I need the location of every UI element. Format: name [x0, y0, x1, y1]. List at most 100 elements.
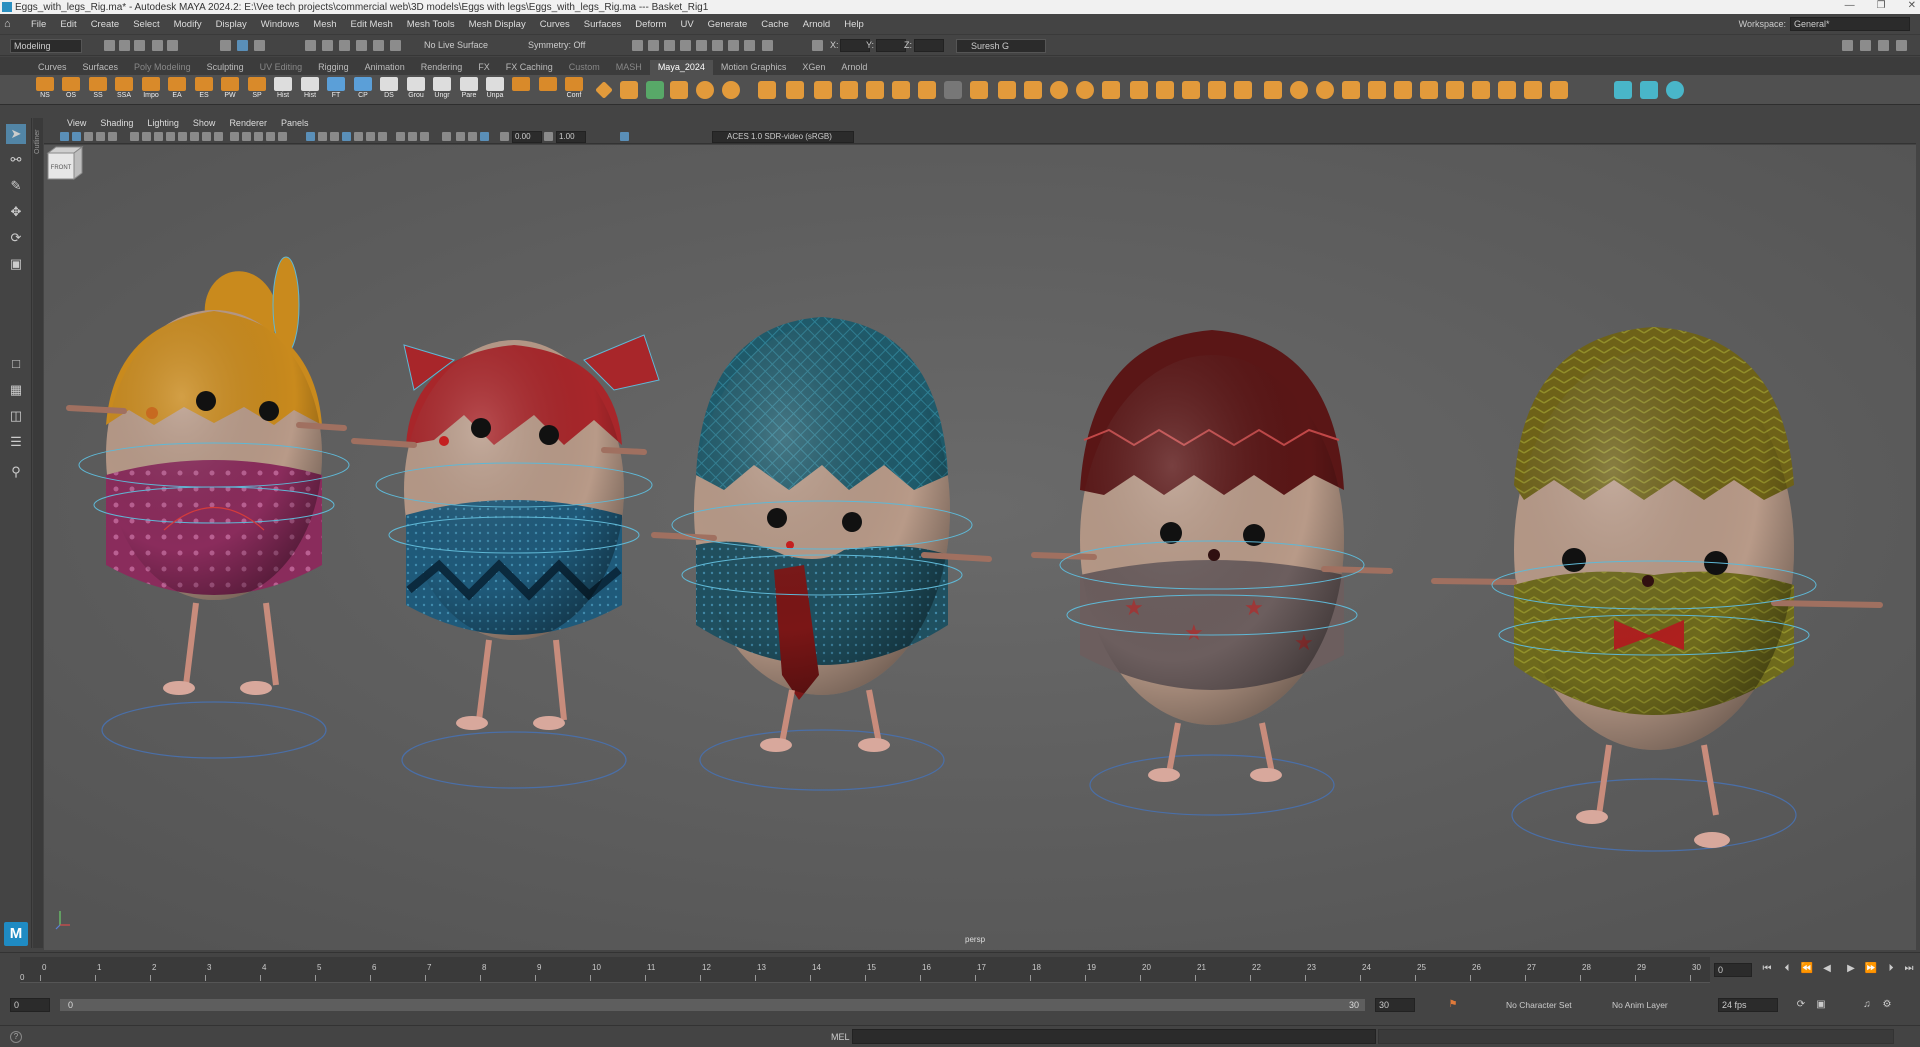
grease-pencil-icon[interactable] — [130, 132, 139, 141]
uv-layout-icon[interactable] — [944, 81, 962, 99]
snap-grid-icon[interactable] — [305, 40, 316, 51]
menu-mesh[interactable]: Mesh — [306, 19, 343, 30]
textured-icon[interactable] — [306, 132, 315, 141]
menu-cache[interactable]: Cache — [754, 19, 795, 30]
xray-joints-icon[interactable] — [396, 132, 405, 141]
animation-prefs-icon[interactable]: ⚙ — [1880, 998, 1894, 1012]
play-forward-icon[interactable]: ▶ — [1844, 962, 1858, 976]
shelf-button-ns[interactable]: NS — [34, 77, 56, 103]
undo-icon[interactable] — [152, 40, 163, 51]
symmetry-dropdown[interactable]: Symmetry: Off — [528, 40, 585, 50]
shelf-button-layer[interactable] — [510, 77, 532, 103]
lights-icon[interactable] — [318, 132, 327, 141]
select-hierarchy-icon[interactable] — [220, 40, 231, 51]
wedge-icon[interactable] — [1524, 81, 1542, 99]
bend-icon[interactable] — [1316, 81, 1334, 99]
grid-tool-icon[interactable] — [620, 81, 638, 99]
select-tool-icon[interactable]: ➤ — [6, 124, 26, 144]
multi-cut-icon[interactable] — [1472, 81, 1490, 99]
shelf-tab-arnold[interactable]: Arnold — [833, 60, 875, 75]
go-to-start-icon[interactable]: ⏮ — [1760, 962, 1774, 976]
depth-of-field-icon[interactable] — [378, 132, 387, 141]
live-surface-dropdown[interactable]: No Live Surface — [424, 40, 488, 50]
panel-menu-panels[interactable]: Panels — [274, 118, 316, 128]
insert-loop-icon[interactable] — [1446, 81, 1464, 99]
menu-create[interactable]: Create — [84, 19, 127, 30]
menu-surfaces[interactable]: Surfaces — [577, 19, 629, 30]
shelf-button-ungr[interactable]: Ungr — [431, 77, 453, 103]
shelf-tab-motion-graphics[interactable]: Motion Graphics — [713, 60, 795, 75]
workspace-dropdown[interactable]: General* — [1790, 17, 1910, 31]
bevel-icon[interactable] — [696, 81, 714, 99]
reduce-icon[interactable] — [1182, 81, 1200, 99]
gear-tool-icon[interactable] — [1076, 81, 1094, 99]
single-pane-layout-icon[interactable]: □ — [6, 354, 26, 374]
shelf-button-ds[interactable]: DS — [378, 77, 400, 103]
menu-display[interactable]: Display — [209, 19, 254, 30]
colorspace-dropdown[interactable]: ACES 1.0 SDR-video (sRGB) — [712, 131, 854, 143]
menu-modify[interactable]: Modify — [167, 19, 209, 30]
attribute-editor-icon[interactable] — [1860, 40, 1871, 51]
lattice-icon[interactable] — [1290, 81, 1308, 99]
field-chart-icon[interactable] — [190, 132, 199, 141]
shelf-button-ea[interactable]: EA — [166, 77, 188, 103]
xray-icon[interactable] — [266, 132, 275, 141]
orb-icon[interactable] — [1666, 81, 1684, 99]
animation-start-field[interactable]: 0 — [10, 998, 50, 1012]
cube-icon[interactable] — [866, 81, 884, 99]
resolution-gate-icon[interactable] — [166, 132, 175, 141]
menu-edit[interactable]: Edit — [53, 19, 83, 30]
shelf-button-sp[interactable]: SP — [246, 77, 268, 103]
transform-mode-icon[interactable] — [812, 40, 823, 51]
user-account-dropdown[interactable]: Suresh G — [956, 39, 1046, 53]
stack-icon[interactable] — [892, 81, 910, 99]
open-scene-icon[interactable] — [119, 40, 130, 51]
shelf-tab-animation[interactable]: Animation — [357, 60, 413, 75]
help-icon[interactable]: ? — [10, 1031, 22, 1043]
scale-tool-icon[interactable]: ▣ — [6, 254, 26, 274]
rotate-tool-icon[interactable]: ⟳ — [6, 228, 26, 248]
wireframe-on-shaded-icon[interactable] — [254, 132, 263, 141]
motion-blur-icon[interactable] — [354, 132, 363, 141]
key-icon[interactable]: ▣ — [1814, 998, 1828, 1012]
color-management-icon[interactable] — [480, 132, 489, 141]
channel-box-icon[interactable] — [1896, 40, 1907, 51]
shelf-button-ss[interactable]: SS — [87, 77, 109, 103]
panel-menu-shading[interactable]: Shading — [93, 118, 140, 128]
isolate-select-icon[interactable] — [278, 132, 287, 141]
shelf-button-conf[interactable]: Conf — [563, 77, 585, 103]
construction-history-icon[interactable] — [632, 40, 643, 51]
ipr-render-icon[interactable] — [680, 40, 691, 51]
range-bar[interactable]: 0 30 — [60, 999, 1365, 1011]
shelf-button-pare[interactable]: Pare — [458, 77, 480, 103]
boolean-icon[interactable] — [1264, 81, 1282, 99]
go-to-end-icon[interactable]: ⏭ — [1902, 962, 1916, 976]
hud-icon[interactable] — [420, 132, 429, 141]
anti-aliasing-icon[interactable] — [366, 132, 375, 141]
grid-toggle-icon[interactable] — [142, 132, 151, 141]
play-backward-icon[interactable]: ◀ — [1820, 962, 1834, 976]
shelf-tab-uv-editing[interactable]: UV Editing — [252, 60, 311, 75]
extrude-icon[interactable] — [646, 81, 664, 99]
viewport-persp[interactable]: ★ ★ ★ ★ — [44, 145, 1916, 950]
triangulate-icon[interactable] — [1102, 81, 1120, 99]
hypershade-icon[interactable] — [712, 40, 723, 51]
sound-icon[interactable]: ♫ — [1860, 998, 1874, 1012]
quadrangulate-icon[interactable] — [1130, 81, 1148, 99]
view-transform-icon[interactable] — [620, 132, 629, 141]
target-weld-icon[interactable] — [918, 81, 936, 99]
viewcube[interactable]: FRONT — [44, 145, 84, 183]
menu-windows[interactable]: Windows — [254, 19, 307, 30]
component-mode-icon[interactable] — [456, 132, 465, 141]
render-frame-icon[interactable] — [648, 40, 659, 51]
panel-menu-renderer[interactable]: Renderer — [222, 118, 274, 128]
shelf-tab-rigging[interactable]: Rigging — [310, 60, 357, 75]
time-ruler[interactable]: 0 1 2 3 4 5 6 7 8 9 10 11 12 13 14 15 16 17 18 19 20 21 22 23 24… — [20, 957, 1710, 983]
menu-deform[interactable]: Deform — [628, 19, 673, 30]
menu-curves[interactable]: Curves — [533, 19, 577, 30]
select-camera-icon[interactable] — [60, 132, 69, 141]
menu-edit-mesh[interactable]: Edit Mesh — [344, 19, 400, 30]
character-set-dropdown[interactable]: No Character Set — [1506, 998, 1572, 1012]
menu-mesh-display[interactable]: Mesh Display — [462, 19, 533, 30]
outliner-layout-icon[interactable]: ☰ — [6, 432, 26, 452]
